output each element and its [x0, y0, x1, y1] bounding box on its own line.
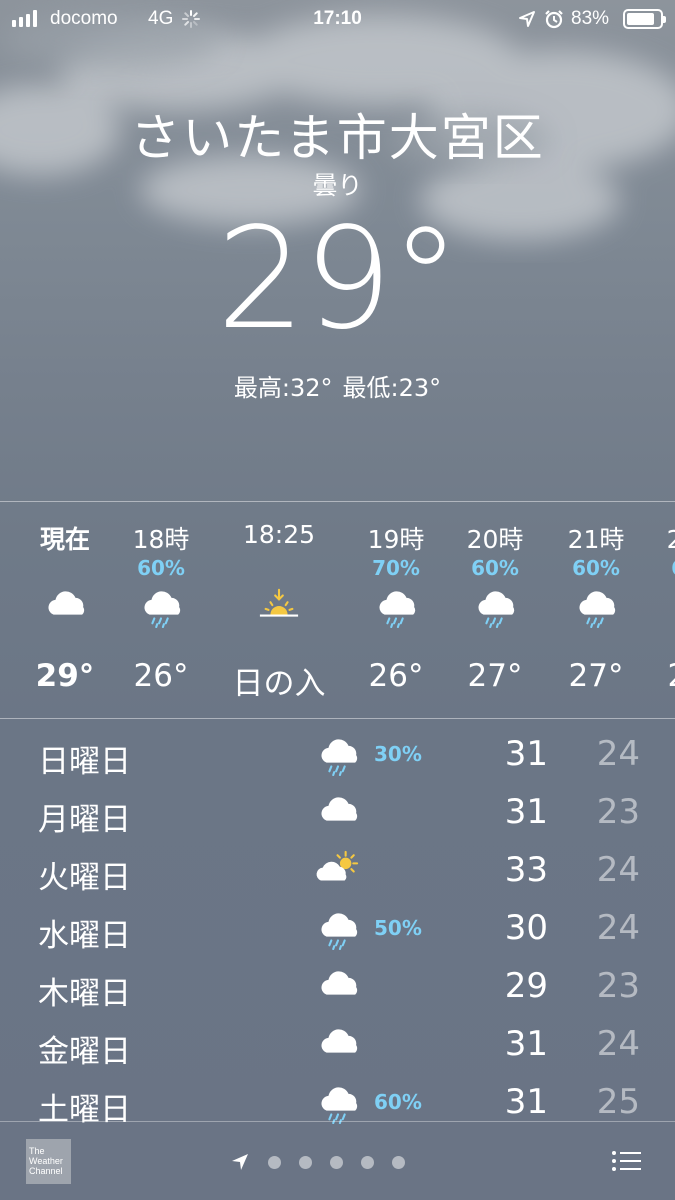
hourly-temperature: 26° — [133, 658, 189, 694]
cloud-icon — [312, 792, 364, 836]
hourly-temperature: 26° — [640, 658, 675, 694]
daily-low-temp: 25 — [596, 1082, 640, 1122]
hourly-precip-chance: 70% — [372, 556, 420, 580]
daily-day-name: 月曜日 — [38, 802, 131, 838]
daily-day-name: 日曜日 — [38, 744, 131, 780]
page-dot[interactable] — [268, 1155, 281, 1169]
hourly-temperature: 日の入 — [232, 666, 326, 702]
daily-day-name: 木曜日 — [38, 976, 131, 1012]
current-temperature: 29° — [216, 198, 460, 361]
page-dot[interactable] — [392, 1155, 405, 1169]
daily-row: 火曜日 33 24 — [0, 842, 675, 898]
hourly-time: 18時 — [132, 525, 190, 554]
daily-low-temp: 24 — [596, 908, 640, 948]
daily-row: 水曜日 50% 30 24 — [0, 900, 675, 956]
cloud-icon — [312, 1024, 364, 1068]
daily-high-temp: 31 — [504, 734, 548, 774]
hourly-precip-chance: 60% — [572, 556, 620, 580]
hourly-temperature: 27° — [568, 658, 624, 694]
hourly-time: 20時 — [466, 525, 524, 554]
hourly-time: 19時 — [367, 525, 425, 554]
city-name: さいたま市大宮区 — [130, 109, 545, 167]
sunset-icon — [224, 586, 334, 628]
page-dot[interactable] — [330, 1155, 343, 1169]
daily-high-temp: 29 — [504, 966, 548, 1006]
rain-cloud-icon — [541, 586, 651, 628]
hourly-bottom-divider — [0, 718, 675, 719]
rain-cloud-icon — [106, 586, 216, 628]
daily-high-temp: 31 — [504, 1082, 548, 1122]
partly-sunny-icon — [312, 850, 364, 894]
rain-cloud-icon — [341, 586, 451, 628]
hourly-time: 現在 — [39, 525, 90, 554]
daily-high-temp: 31 — [504, 792, 548, 832]
daily-precip-chance: 60% — [374, 1090, 422, 1114]
rain-cloud-icon — [312, 1082, 364, 1126]
rain-cloud-icon — [640, 586, 675, 628]
page-indicator[interactable] — [230, 1152, 405, 1172]
daily-low-temp: 23 — [596, 792, 640, 832]
daily-day-name: 火曜日 — [38, 860, 131, 896]
low-temperature: 最低:23° — [342, 374, 442, 402]
hourly-time: 18:25 — [242, 520, 316, 549]
cloud-icon — [10, 586, 120, 628]
hourly-forecast[interactable]: 現在 29° 18時 60% 26° 18:25 日の入 19時 70% 26° 20時 60% 27°… — [0, 502, 675, 718]
daily-low-temp: 24 — [596, 1024, 640, 1064]
battery-percentage: 83% — [571, 8, 610, 29]
daily-low-temp: 23 — [596, 966, 640, 1006]
daily-row: 月曜日 31 23 — [0, 784, 675, 840]
daily-precip-chance: 50% — [374, 916, 422, 940]
rain-cloud-icon — [312, 908, 364, 952]
daily-low-temp: 24 — [596, 850, 640, 890]
hourly-temperature: 27° — [467, 658, 523, 694]
hourly-time: 21時 — [567, 525, 625, 554]
daily-high-temp: 30 — [504, 908, 548, 948]
location-arrow-icon — [519, 11, 535, 27]
hourly-time: 22時 — [666, 525, 675, 554]
city-list-button[interactable] — [611, 1149, 641, 1173]
hourly-precip-chance: 60% — [640, 556, 675, 580]
daily-row: 日曜日 30% 31 24 — [0, 726, 675, 782]
rain-cloud-icon — [440, 586, 550, 628]
page-dot[interactable] — [299, 1155, 312, 1169]
rain-cloud-icon — [312, 734, 364, 778]
daily-day-name: 金曜日 — [38, 1034, 131, 1070]
hourly-precip-chance: 60% — [471, 556, 519, 580]
hourly-precip-chance: 60% — [137, 556, 185, 580]
battery-icon — [623, 9, 666, 29]
status-bar: docomo 4G 17:10 83% — [0, 0, 675, 40]
high-low-temps: 最高:32° 最低:23° — [0, 368, 675, 403]
hourly-temperature: 29° — [35, 658, 95, 694]
alarm-icon — [545, 10, 563, 29]
daily-row: 木曜日 29 23 — [0, 958, 675, 1014]
daily-precip-chance: 30% — [374, 742, 422, 766]
hourly-temperature: 26° — [368, 658, 424, 694]
weather-channel-logo[interactable]: The Weather Channel — [26, 1139, 71, 1184]
current-condition: 曇り — [312, 171, 363, 200]
high-temperature: 最高:32° — [233, 374, 333, 402]
bottom-bar: The Weather Channel — [0, 1122, 675, 1200]
daily-day-name: 水曜日 — [38, 918, 131, 954]
current-location-page-icon[interactable] — [230, 1152, 250, 1172]
daily-row: 金曜日 31 24 — [0, 1016, 675, 1072]
daily-high-temp: 31 — [504, 1024, 548, 1064]
page-dot[interactable] — [361, 1155, 374, 1169]
daily-low-temp: 24 — [596, 734, 640, 774]
cloud-icon — [312, 966, 364, 1010]
daily-high-temp: 33 — [504, 850, 548, 890]
